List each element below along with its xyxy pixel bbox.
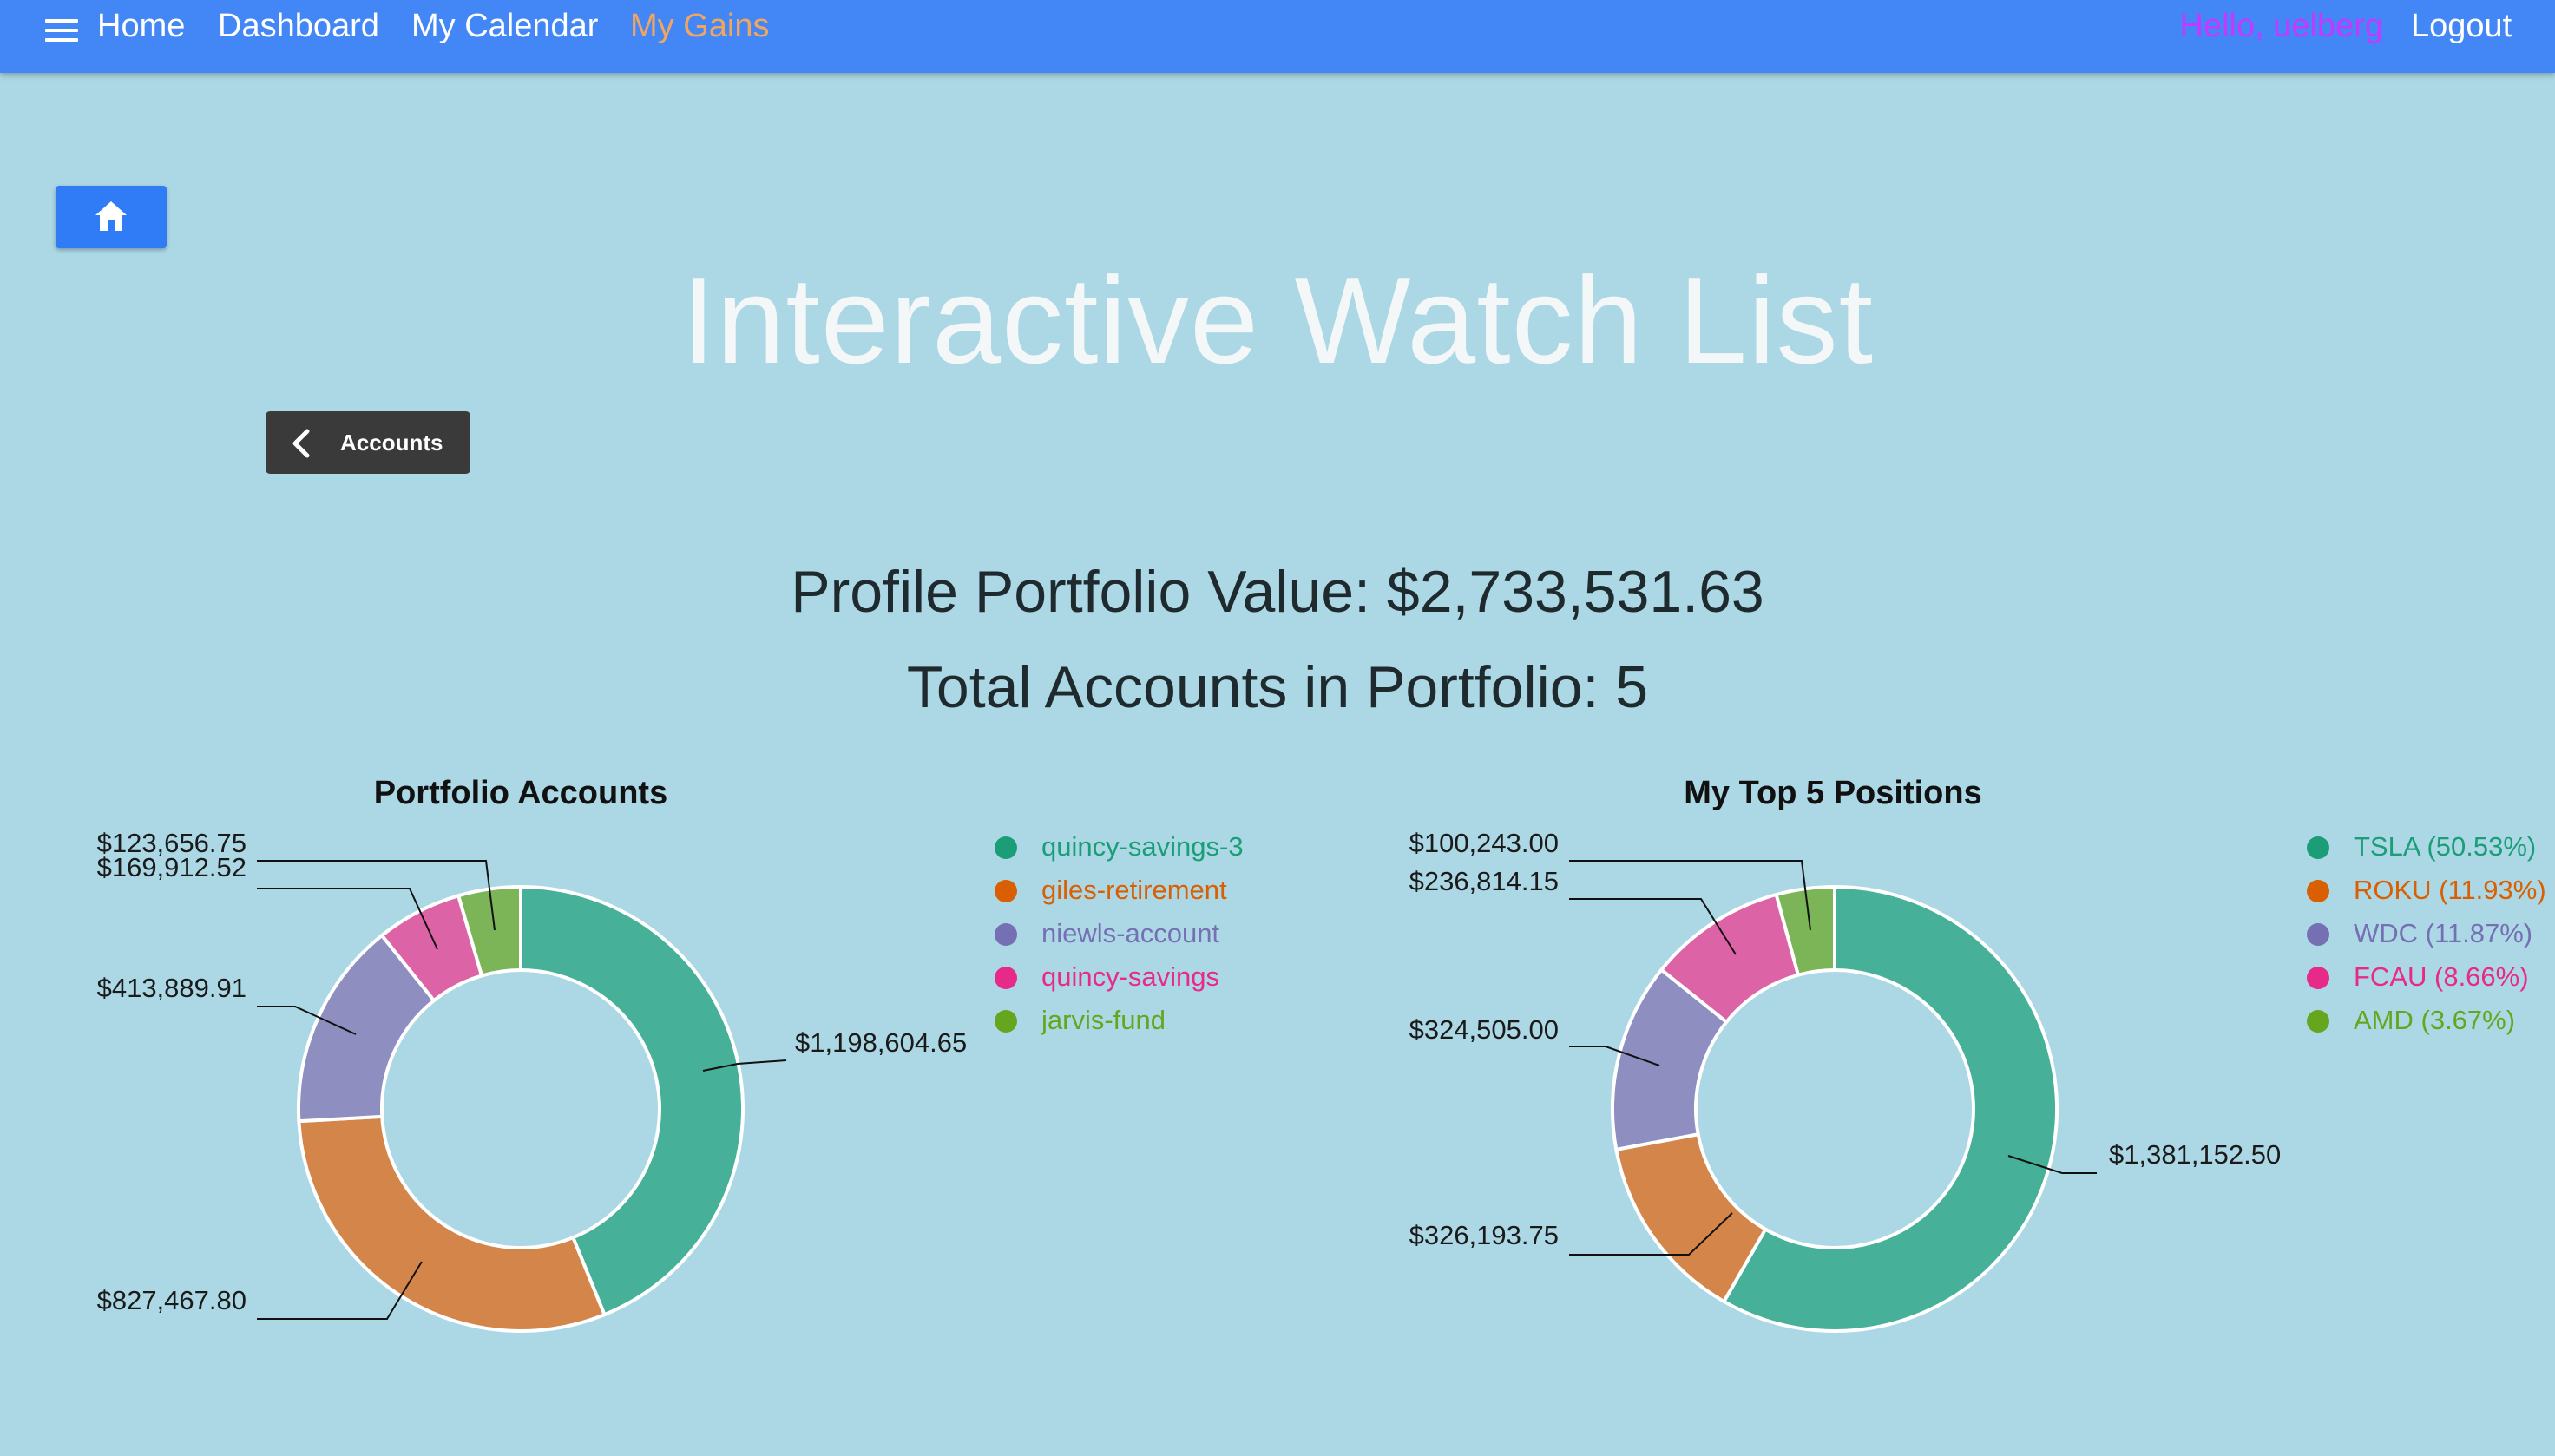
slice-value-label: $1,381,152.50 bbox=[2109, 1139, 2281, 1170]
legend-label: niewls-account bbox=[1041, 918, 1220, 948]
slice-value-label: $1,198,604.65 bbox=[795, 1027, 967, 1058]
slice-value-label: $324,505.00 bbox=[1409, 1014, 1559, 1045]
slice-value-label: $413,889.91 bbox=[97, 973, 246, 1003]
legend-dot-icon bbox=[995, 923, 1017, 946]
legend-dot-icon bbox=[2307, 880, 2329, 902]
slice-value-label: $236,814.15 bbox=[1409, 866, 1559, 896]
legend-dot-icon bbox=[995, 836, 1017, 859]
legend-dot-icon bbox=[2307, 836, 2329, 859]
legend-dot-icon bbox=[2307, 923, 2329, 946]
legend-dot-icon bbox=[995, 880, 1017, 902]
legend-dot-icon bbox=[2307, 1010, 2329, 1033]
legend-dot-icon bbox=[995, 1010, 1017, 1033]
slice-value-label: $326,193.75 bbox=[1409, 1220, 1559, 1250]
slice-value-label: $827,467.80 bbox=[97, 1285, 246, 1315]
legend-dot-icon bbox=[995, 967, 1017, 989]
legend-label: ROKU (11.93%) bbox=[2354, 875, 2546, 905]
legend-label: quincy-savings-3 bbox=[1041, 831, 1244, 862]
slice-value-label: $100,243.00 bbox=[1409, 828, 1559, 858]
legend-label: TSLA (50.53%) bbox=[2354, 831, 2537, 862]
legend-label: FCAU (8.66%) bbox=[2354, 961, 2529, 992]
legend-label: giles-retirement bbox=[1041, 875, 1227, 905]
donut-charts: $1,198,604.65$827,467.80$413,889.91$169,… bbox=[97, 828, 2281, 1333]
legend-label: AMD (3.67%) bbox=[2354, 1005, 2516, 1035]
legend-label: quincy-savings bbox=[1041, 961, 1220, 992]
legend-dot-icon bbox=[2307, 967, 2329, 989]
legend-label: jarvis-fund bbox=[1041, 1005, 1166, 1035]
donut-slice-giles-retirement bbox=[297, 1114, 608, 1333]
legend-label: WDC (11.87%) bbox=[2354, 918, 2533, 948]
slice-value-label: $123,656.75 bbox=[97, 828, 246, 858]
